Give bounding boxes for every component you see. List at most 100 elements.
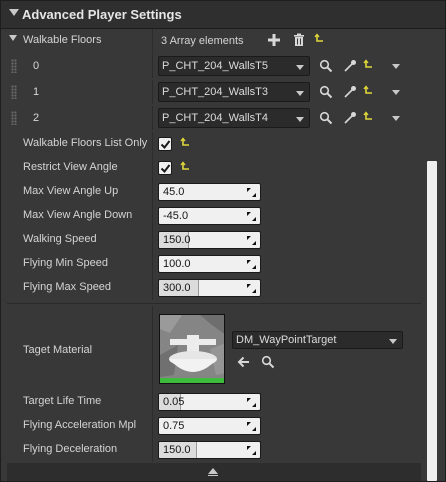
asset-combo[interactable]: P_CHT_204_WallsT4 xyxy=(158,108,310,128)
array-element-row: 1 P_CHT_204_WallsT3 xyxy=(7,80,421,104)
trash-icon[interactable] xyxy=(292,33,306,47)
element-menu-chevron-icon[interactable] xyxy=(392,90,400,95)
array-element-row: 2 P_CHT_204_WallsT4 xyxy=(7,106,421,130)
max-view-angle-down-input[interactable]: -45.0 xyxy=(158,207,261,225)
asset-combo[interactable]: P_CHT_204_WallsT5 xyxy=(158,56,310,76)
search-icon[interactable] xyxy=(319,59,333,73)
flying-min-speed-input[interactable]: 100.0 xyxy=(158,255,261,273)
walkable-floors-list-only-row: Walkable Floors List Only xyxy=(7,132,421,156)
column-divider[interactable] xyxy=(152,54,153,78)
max-view-angle-up-label: Max View Angle Up xyxy=(23,185,119,197)
column-divider[interactable] xyxy=(152,132,153,156)
eyedropper-icon[interactable] xyxy=(343,111,357,125)
field-value: 0.05 xyxy=(163,396,185,408)
flying-acceleration-mpl-row: Flying Acceleration Mpl 0.75 xyxy=(7,414,421,438)
resize-drag-icon[interactable] xyxy=(247,398,256,407)
material-asset-combo[interactable]: DM_WayPointTarget xyxy=(232,331,403,349)
reset-to-default-icon[interactable] xyxy=(363,85,377,99)
element-index: 1 xyxy=(33,86,40,98)
collapse-arrow-icon[interactable] xyxy=(9,9,19,16)
column-divider[interactable] xyxy=(152,276,153,300)
drag-handle-icon[interactable] xyxy=(11,111,17,125)
target-life-time-label: Target Life Time xyxy=(23,395,102,407)
collapse-advanced-icon xyxy=(208,468,218,474)
column-divider[interactable] xyxy=(152,438,153,462)
chevron-down-icon xyxy=(296,65,304,70)
drag-handle-icon[interactable] xyxy=(11,85,17,99)
eyedropper-icon[interactable] xyxy=(343,85,357,99)
reset-to-default-icon[interactable] xyxy=(180,161,194,175)
walkable-floors-label: Walkable Floors xyxy=(23,34,102,46)
field-value: 100.0 xyxy=(163,258,191,270)
max-view-angle-up-row: Max View Angle Up 45.0 xyxy=(7,180,421,204)
element-menu-chevron-icon[interactable] xyxy=(392,116,400,121)
flying-deceleration-label: Flying Deceleration xyxy=(23,443,118,455)
reset-to-default-icon[interactable] xyxy=(363,111,377,125)
restrict-view-angle-label: Restrict View Angle xyxy=(23,161,118,173)
vertical-scrollbar[interactable] xyxy=(427,161,437,481)
column-divider[interactable] xyxy=(152,390,153,414)
resize-drag-icon[interactable] xyxy=(247,422,256,431)
field-value: 0.75 xyxy=(163,420,185,432)
resize-drag-icon[interactable] xyxy=(247,188,256,197)
field-value: 150.0 xyxy=(163,444,191,456)
chevron-down-icon xyxy=(389,339,397,344)
flying-deceleration-input[interactable]: 150.0 xyxy=(158,441,261,459)
column-divider[interactable] xyxy=(152,204,153,228)
drag-handle-icon[interactable] xyxy=(11,59,17,73)
array-element-row: 0 P_CHT_204_WallsT5 xyxy=(7,54,421,78)
resize-drag-icon[interactable] xyxy=(247,236,256,245)
array-count: 3 Array elements xyxy=(161,35,244,47)
column-divider[interactable] xyxy=(152,106,153,130)
asset-name: P_CHT_204_WallsT5 xyxy=(162,60,268,72)
category-title: Advanced Player Settings xyxy=(22,7,182,22)
category-header[interactable]: Advanced Player Settings xyxy=(1,1,445,29)
chevron-down-icon xyxy=(296,117,304,122)
asset-name: P_CHT_204_WallsT4 xyxy=(162,112,268,124)
thumbnail-type-bar xyxy=(160,378,224,383)
search-icon[interactable] xyxy=(261,355,275,369)
column-divider[interactable] xyxy=(152,180,153,204)
flying-acceleration-mpl-label: Flying Acceleration Mpl xyxy=(23,419,137,431)
flying-deceleration-row: Flying Deceleration 150.0 xyxy=(7,438,421,462)
element-menu-chevron-icon[interactable] xyxy=(392,64,400,69)
restrict-view-angle-checkbox[interactable] xyxy=(158,161,172,175)
walking-speed-input[interactable]: 150.0 xyxy=(158,231,261,249)
reset-to-default-icon[interactable] xyxy=(180,137,194,151)
reset-to-default-icon[interactable] xyxy=(363,59,377,73)
resize-drag-icon[interactable] xyxy=(247,446,256,455)
flying-acceleration-mpl-input[interactable]: 0.75 xyxy=(158,417,261,435)
resize-drag-icon[interactable] xyxy=(247,212,256,221)
column-divider[interactable] xyxy=(152,80,153,104)
target-material-label: Taget Material xyxy=(23,344,93,356)
search-icon[interactable] xyxy=(319,85,333,99)
walkable-floors-list-only-checkbox[interactable] xyxy=(158,137,172,151)
column-divider[interactable] xyxy=(152,306,153,390)
field-value: 300.0 xyxy=(163,282,191,294)
target-life-time-input[interactable]: 0.05 xyxy=(158,393,261,411)
add-element-icon[interactable] xyxy=(267,33,281,47)
flying-max-speed-label: Flying Max Speed xyxy=(23,281,112,293)
restrict-view-angle-row: Restrict View Angle xyxy=(7,156,421,180)
walking-speed-row: Walking Speed 150.0 xyxy=(7,228,421,252)
walkable-floors-row: Walkable Floors 3 Array elements xyxy=(7,29,421,53)
search-icon[interactable] xyxy=(319,111,333,125)
column-divider[interactable] xyxy=(152,156,153,180)
eyedropper-icon[interactable] xyxy=(343,59,357,73)
material-thumbnail[interactable] xyxy=(159,314,225,384)
expand-arrow-icon[interactable] xyxy=(9,35,17,41)
reset-to-default-icon[interactable] xyxy=(314,33,328,47)
material-preview-image xyxy=(160,315,224,383)
use-selected-arrow-icon[interactable] xyxy=(237,355,251,369)
asset-combo[interactable]: P_CHT_204_WallsT3 xyxy=(158,82,310,102)
flying-max-speed-input[interactable]: 300.0 xyxy=(158,279,261,297)
show-advanced-toggle[interactable] xyxy=(7,463,421,481)
column-divider[interactable] xyxy=(152,228,153,252)
column-divider[interactable] xyxy=(152,414,153,438)
column-divider[interactable] xyxy=(152,252,153,276)
field-value: 150.0 xyxy=(163,234,191,246)
max-view-angle-up-input[interactable]: 45.0 xyxy=(158,183,261,201)
resize-drag-icon[interactable] xyxy=(247,284,256,293)
column-divider[interactable] xyxy=(152,29,153,53)
resize-drag-icon[interactable] xyxy=(247,260,256,269)
